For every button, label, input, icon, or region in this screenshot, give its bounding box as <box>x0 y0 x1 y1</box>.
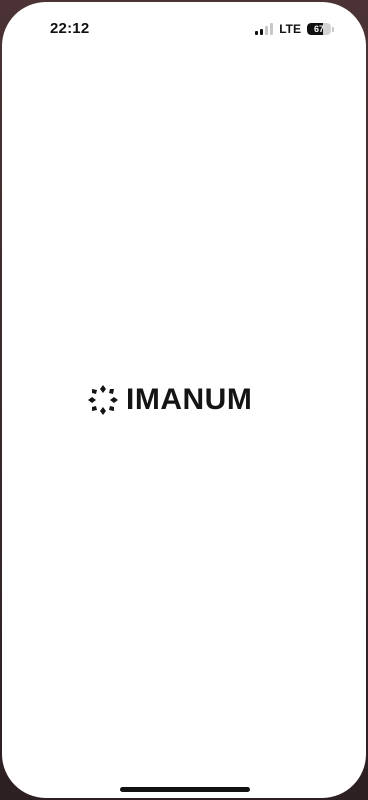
brand-name: IMANUM <box>126 383 253 416</box>
status-bar: 22:12 LTE 67 <box>2 2 366 58</box>
flower-dots-icon <box>86 383 120 417</box>
signal-bar <box>265 26 269 35</box>
signal-icon <box>255 23 274 35</box>
battery-nub <box>332 26 334 32</box>
status-time: 22:12 <box>50 20 90 37</box>
brand-logo: IMANUM <box>86 382 252 418</box>
network-type: LTE <box>279 22 301 36</box>
battery-icon: 67 <box>307 23 331 35</box>
signal-bar <box>270 23 274 35</box>
status-indicators: LTE 67 <box>255 21 334 37</box>
signal-bar <box>260 29 264 35</box>
splash-screen: 22:12 LTE 67 IMANUM <box>2 2 366 798</box>
device-frame: 22:12 LTE 67 IMANUM <box>0 0 368 800</box>
home-indicator[interactable] <box>120 787 250 792</box>
battery-percent: 67 <box>313 24 324 34</box>
signal-bar <box>255 31 259 35</box>
